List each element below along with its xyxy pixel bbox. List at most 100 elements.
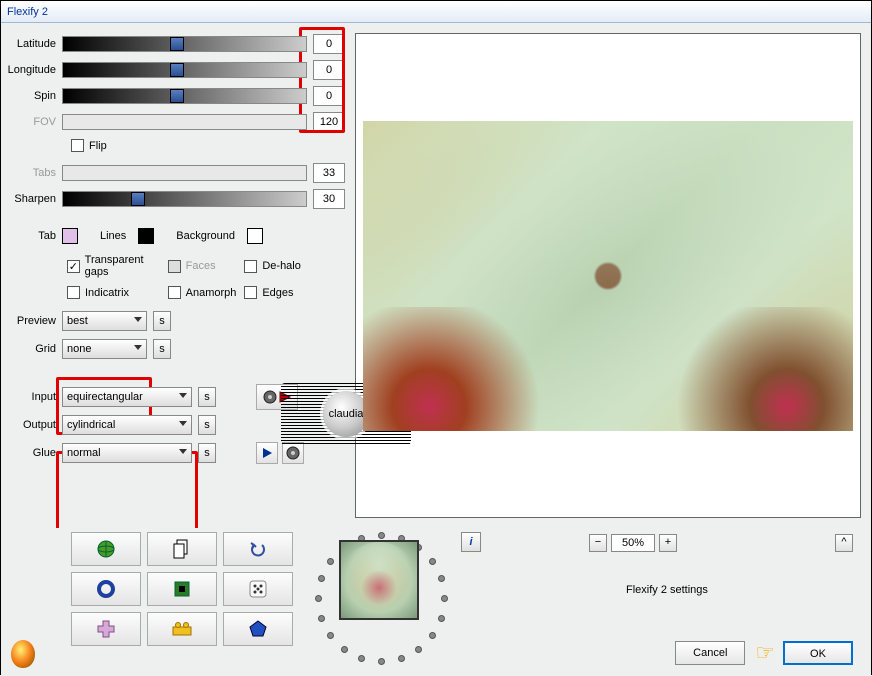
spin-slider[interactable] — [62, 88, 307, 104]
cancel-button[interactable]: Cancel — [675, 641, 745, 665]
ring-icon — [97, 580, 115, 598]
input-label: Input — [7, 391, 62, 403]
tab-color-label: Tab — [7, 230, 62, 242]
disc-icon — [286, 446, 300, 460]
glue-value: normal — [67, 447, 101, 459]
pentagon-icon — [248, 619, 268, 639]
input-value: equirectangular — [67, 391, 143, 403]
lines-color-swatch[interactable] — [138, 228, 154, 244]
tool-plus-button[interactable] — [71, 612, 141, 646]
tool-pentagon-button[interactable] — [223, 612, 293, 646]
zoom-out-button[interactable]: − — [589, 534, 607, 552]
tool-brick-button[interactable] — [147, 612, 217, 646]
output-dropdown[interactable]: cylindrical — [62, 415, 192, 435]
spin-row: Spin 0 — [7, 85, 345, 107]
output-label: Output — [7, 419, 62, 431]
indicatrix-checkbox[interactable] — [67, 286, 80, 299]
thumbnail-preview[interactable] — [339, 540, 419, 620]
main-area: Latitude 0 Longitude 0 Spin 0 FOV 120 Fl… — [1, 23, 871, 528]
dialog-buttons: Cancel ☞ OK — [675, 640, 853, 666]
plus-shape-icon — [96, 619, 116, 639]
settings-label: Flexify 2 settings — [626, 584, 708, 596]
pointing-hand-icon: ☞ — [755, 640, 775, 666]
output-value: cylindrical — [67, 419, 115, 431]
preview-s-button[interactable]: s — [153, 311, 171, 331]
glue-label: Glue — [7, 447, 62, 459]
longitude-label: Longitude — [7, 64, 62, 76]
highlight-io — [56, 451, 198, 535]
preview-value: best — [67, 315, 88, 327]
preview-label: Preview — [7, 315, 62, 327]
preview-image — [363, 121, 853, 431]
tool-dice-button[interactable] — [223, 572, 293, 606]
collapse-button[interactable]: ^ — [835, 534, 853, 552]
bg-color-swatch[interactable] — [247, 228, 263, 244]
chevron-down-icon — [179, 449, 187, 454]
brick-icon — [171, 621, 193, 637]
preview-row: Preview best s — [7, 309, 345, 333]
tabs-value[interactable]: 33 — [313, 163, 345, 183]
glue-disc-button[interactable] — [282, 442, 304, 464]
glue-play-button[interactable] — [256, 442, 278, 464]
dehalo-checkbox[interactable] — [244, 260, 257, 273]
tool-ring-button[interactable] — [71, 572, 141, 606]
faces-checkbox — [168, 260, 181, 273]
sharpen-row: Sharpen 30 — [7, 188, 345, 210]
square-icon — [173, 580, 191, 598]
spin-label: Spin — [7, 90, 62, 102]
tabs-row: Tabs 33 — [7, 162, 345, 184]
latitude-slider[interactable] — [62, 36, 307, 52]
input-dropdown[interactable]: equirectangular — [62, 387, 192, 407]
zoom-value[interactable]: 50% — [611, 534, 655, 552]
tool-globe-button[interactable] — [71, 532, 141, 566]
grid-label: Grid — [7, 343, 62, 355]
tab-color-swatch[interactable] — [62, 228, 78, 244]
transparent-gaps-label: Transparent gaps — [85, 254, 168, 278]
longitude-row: Longitude 0 — [7, 59, 345, 81]
thumbnail-area — [311, 532, 451, 672]
output-s-button[interactable]: s — [198, 415, 216, 435]
tool-square-button[interactable] — [147, 572, 217, 606]
edges-checkbox[interactable] — [244, 286, 257, 299]
ok-button[interactable]: OK — [783, 641, 853, 665]
dehalo-label: De-halo — [262, 260, 301, 272]
anamorph-label: Anamorph — [186, 287, 237, 299]
flip-checkbox[interactable] — [71, 139, 84, 152]
anamorph-checkbox[interactable] — [168, 286, 181, 299]
sharpen-value[interactable]: 30 — [313, 189, 345, 209]
tool-button-grid — [71, 532, 293, 672]
window-titlebar: Flexify 2 — [1, 1, 871, 23]
grid-dropdown[interactable]: none — [62, 339, 147, 359]
globe-icon — [96, 539, 116, 559]
lines-color-label: Lines — [100, 230, 132, 242]
tabs-slider — [62, 165, 307, 181]
preview-pane[interactable] — [355, 33, 861, 518]
tabs-label: Tabs — [7, 167, 62, 179]
grid-s-button[interactable]: s — [153, 339, 171, 359]
tool-undo-button[interactable] — [223, 532, 293, 566]
preview-dropdown[interactable]: best — [62, 311, 147, 331]
sharpen-slider[interactable] — [62, 191, 307, 207]
info-button[interactable]: i — [461, 532, 481, 552]
flip-label: Flip — [89, 140, 107, 152]
egg-icon[interactable] — [11, 640, 35, 668]
fov-label: FOV — [7, 116, 62, 128]
longitude-slider[interactable] — [62, 62, 307, 78]
play-icon — [261, 447, 273, 459]
bg-color-label: Background — [176, 230, 241, 242]
indicatrix-label: Indicatrix — [85, 287, 129, 299]
bottom-bar: i − 50% + ^ Flexify 2 settings Cancel ☞ … — [1, 528, 871, 676]
input-s-button[interactable]: s — [198, 387, 216, 407]
tool-copy-button[interactable] — [147, 532, 217, 566]
fov-slider — [62, 114, 307, 130]
undo-icon — [248, 541, 268, 557]
zoom-in-button[interactable]: + — [659, 534, 677, 552]
latitude-row: Latitude 0 — [7, 33, 345, 55]
glue-s-button[interactable]: s — [198, 443, 216, 463]
zoom-controls: − 50% + ^ — [589, 534, 853, 552]
sharpen-label: Sharpen — [7, 193, 62, 205]
grid-row: Grid none s — [7, 337, 345, 361]
flip-row: Flip — [71, 139, 345, 152]
glue-dropdown[interactable]: normal — [62, 443, 192, 463]
transparent-gaps-checkbox[interactable]: ✓ — [67, 260, 80, 273]
